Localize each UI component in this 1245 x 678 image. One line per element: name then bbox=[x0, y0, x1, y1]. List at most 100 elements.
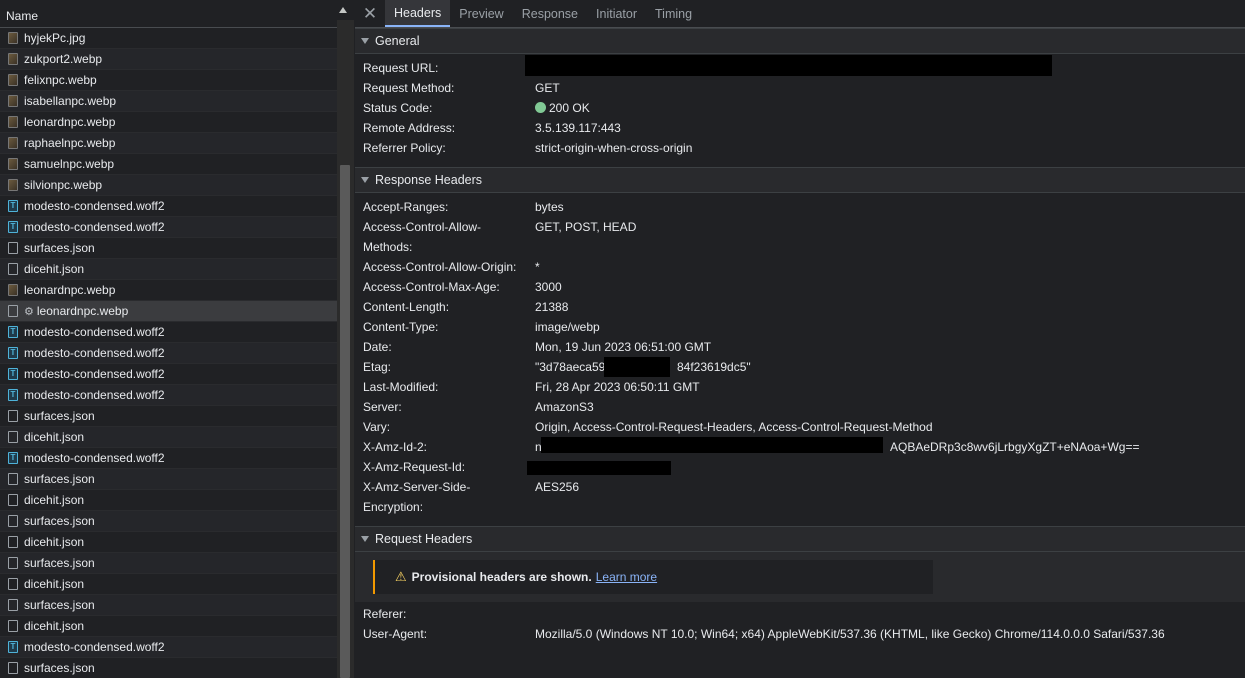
document-file-icon bbox=[8, 557, 18, 569]
request-name: hyjekPc.jpg bbox=[24, 31, 86, 45]
document-file-icon bbox=[8, 473, 18, 485]
request-name: zukport2.webp bbox=[24, 52, 103, 66]
acam-label-1: Access-Control-Allow- bbox=[363, 220, 482, 234]
request-row[interactable]: Tmodesto-condensed.woff2 bbox=[0, 385, 337, 406]
name-column-label: Name bbox=[6, 9, 39, 23]
expand-triangle-icon bbox=[361, 177, 369, 183]
server-label: Server: bbox=[363, 400, 402, 414]
name-column-header[interactable]: Name bbox=[0, 0, 354, 28]
request-name: modesto-condensed.woff2 bbox=[24, 388, 165, 402]
scrollbar-thumb[interactable] bbox=[340, 165, 350, 678]
request-row[interactable]: Tmodesto-condensed.woff2 bbox=[0, 364, 337, 385]
request-name: dicehit.json bbox=[24, 493, 85, 507]
gear-icon: ⚙ bbox=[24, 305, 34, 318]
request-name: modesto-condensed.woff2 bbox=[24, 346, 165, 360]
image-file-icon bbox=[8, 179, 18, 191]
request-url-label: Request URL: bbox=[363, 61, 439, 75]
date-value: Mon, 19 Jun 2023 06:51:00 GMT bbox=[535, 340, 712, 354]
request-row[interactable]: isabellanpc.webp bbox=[0, 91, 337, 112]
request-row[interactable]: zukport2.webp bbox=[0, 49, 337, 70]
request-row[interactable]: surfaces.json bbox=[0, 238, 337, 259]
sort-ascending-icon[interactable] bbox=[339, 7, 347, 13]
document-file-icon bbox=[8, 494, 18, 506]
document-file-icon bbox=[8, 410, 18, 422]
devtools-network-panel: Name hyjekPc.jpg zukport2.webp felixnpc.we… bbox=[0, 0, 1245, 678]
request-row[interactable]: dicehit.json bbox=[0, 532, 337, 553]
expand-triangle-icon bbox=[361, 536, 369, 542]
date-label: Date: bbox=[363, 340, 392, 354]
font-file-icon: T bbox=[8, 347, 18, 359]
request-row[interactable]: surfaces.json bbox=[0, 658, 337, 678]
font-file-icon: T bbox=[8, 641, 18, 653]
referrer-policy-label: Referrer Policy: bbox=[363, 141, 446, 155]
request-row[interactable]: surfaces.json bbox=[0, 553, 337, 574]
sse-label-2: Encryption: bbox=[363, 500, 424, 514]
request-row[interactable]: Tmodesto-condensed.woff2 bbox=[0, 448, 337, 469]
request-row[interactable]: Tmodesto-condensed.woff2 bbox=[0, 343, 337, 364]
request-row[interactable]: surfaces.json bbox=[0, 595, 337, 616]
request-name: modesto-condensed.woff2 bbox=[24, 220, 165, 234]
close-icon[interactable]: ✕ bbox=[355, 0, 385, 27]
request-row[interactable]: dicehit.json bbox=[0, 616, 337, 637]
warning-icon: ⚠ bbox=[395, 569, 407, 584]
request-row[interactable]: hyjekPc.jpg bbox=[0, 28, 337, 49]
etag-label: Etag: bbox=[363, 360, 392, 374]
request-name: surfaces.json bbox=[24, 556, 95, 570]
request-row[interactable]: surfaces.json bbox=[0, 469, 337, 490]
tab-initiator[interactable]: Initiator bbox=[587, 0, 646, 27]
request-row[interactable]: raphaelnpc.webp bbox=[0, 133, 337, 154]
content-length-value: 21388 bbox=[535, 300, 569, 314]
request-name: raphaelnpc.webp bbox=[24, 136, 116, 150]
request-row[interactable]: leonardnpc.webp bbox=[0, 280, 337, 301]
request-row[interactable]: felixnpc.webp bbox=[0, 70, 337, 91]
server-value: AmazonS3 bbox=[535, 400, 594, 414]
general-section-header[interactable]: General bbox=[355, 28, 1245, 54]
redacted-amz-id2 bbox=[541, 437, 883, 453]
request-headers-section-header[interactable]: Request Headers bbox=[355, 526, 1245, 552]
image-file-icon bbox=[8, 53, 18, 65]
request-details-pane: ✕ Headers Preview Response Initiator Tim… bbox=[355, 0, 1245, 678]
request-row[interactable]: Tmodesto-condensed.woff2 bbox=[0, 217, 337, 238]
font-file-icon: T bbox=[8, 452, 18, 464]
request-row[interactable]: dicehit.json bbox=[0, 490, 337, 511]
request-list-pane: Name hyjekPc.jpg zukport2.webp felixnpc.we… bbox=[0, 0, 354, 678]
request-row[interactable]: samuelnpc.webp bbox=[0, 154, 337, 175]
amz-request-id-label: X-Amz-Request-Id: bbox=[363, 460, 466, 474]
tab-timing[interactable]: Timing bbox=[646, 0, 701, 27]
request-row[interactable]: Tmodesto-condensed.woff2 bbox=[0, 637, 337, 658]
redacted-etag bbox=[604, 357, 670, 377]
request-row[interactable]: Tmodesto-condensed.woff2 bbox=[0, 322, 337, 343]
provisional-headers-warning: ⚠ Provisional headers are shown. Learn m… bbox=[373, 560, 933, 594]
image-file-icon bbox=[8, 158, 18, 170]
request-row[interactable]: dicehit.json bbox=[0, 574, 337, 595]
request-row[interactable]: Tmodesto-condensed.woff2 bbox=[0, 196, 337, 217]
request-name: dicehit.json bbox=[24, 262, 85, 276]
request-row[interactable]: ⚙ leonardnpc.webp bbox=[0, 301, 337, 322]
tab-response[interactable]: Response bbox=[513, 0, 587, 27]
request-rows: hyjekPc.jpg zukport2.webp felixnpc.webp isa… bbox=[0, 28, 337, 678]
request-row[interactable]: dicehit.json bbox=[0, 427, 337, 448]
general-title: General bbox=[375, 34, 420, 48]
expand-triangle-icon bbox=[361, 38, 369, 44]
request-row[interactable]: silvionpc.webp bbox=[0, 175, 337, 196]
response-headers-section-header[interactable]: Response Headers bbox=[355, 167, 1245, 193]
request-row[interactable]: surfaces.json bbox=[0, 406, 337, 427]
request-row[interactable]: surfaces.json bbox=[0, 511, 337, 532]
provisional-text: Provisional headers are shown. bbox=[411, 570, 592, 584]
tab-headers[interactable]: Headers bbox=[385, 0, 451, 27]
request-row[interactable]: leonardnpc.webp bbox=[0, 112, 337, 133]
learn-more-link[interactable]: Learn more bbox=[596, 570, 657, 584]
request-headers-title: Request Headers bbox=[375, 532, 473, 546]
request-row[interactable]: dicehit.json bbox=[0, 259, 337, 280]
response-headers-title: Response Headers bbox=[375, 173, 483, 187]
details-tabbar: ✕ Headers Preview Response Initiator Tim… bbox=[355, 0, 1245, 28]
etag-value-end: 84f23619dc5" bbox=[677, 360, 751, 374]
request-name: surfaces.json bbox=[24, 409, 95, 423]
request-name: dicehit.json bbox=[24, 535, 85, 549]
request-name: dicehit.json bbox=[24, 619, 85, 633]
request-name: silvionpc.webp bbox=[24, 178, 103, 192]
tab-preview[interactable]: Preview bbox=[450, 0, 512, 27]
request-name: dicehit.json bbox=[24, 577, 85, 591]
content-type-value: image/webp bbox=[535, 320, 600, 334]
image-file-icon bbox=[8, 32, 18, 44]
